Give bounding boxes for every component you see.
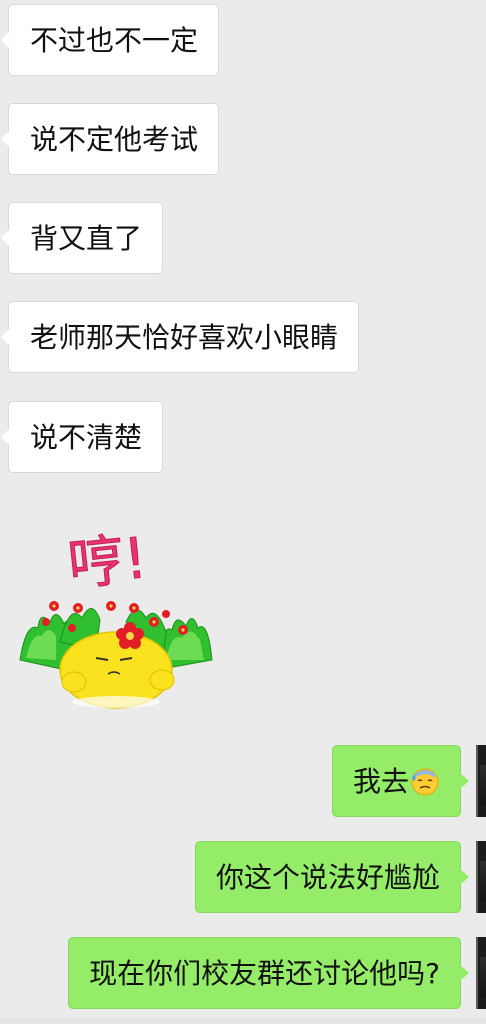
message-text: 不过也不一定 — [30, 24, 199, 57]
message-text: 背又直了 — [30, 222, 143, 255]
sticker-message[interactable]: 哼! — [16, 510, 216, 710]
user-avatar[interactable] — [476, 745, 486, 817]
message-text: 我去 — [352, 765, 409, 798]
message-text: 你这个说法好尴尬 — [215, 861, 440, 894]
message-text: 老师那天恰好喜欢小眼睛 — [30, 321, 339, 354]
message-text: 说不清楚 — [30, 421, 143, 454]
incoming-message-bubble[interactable]: 背又直了 — [0, 202, 164, 274]
incoming-message-bubble[interactable]: 说不定他考试 — [0, 103, 220, 175]
divider — [0, 1018, 486, 1024]
angry-chick-sticker-icon: 哼! — [19, 525, 213, 709]
incoming-message-bubble[interactable]: 说不清楚 — [0, 401, 164, 473]
user-avatar[interactable] — [476, 937, 486, 1009]
incoming-message-bubble[interactable]: 老师那天恰好喜欢小眼睛 — [0, 301, 360, 373]
outgoing-message-bubble[interactable]: 你这个说法好尴尬 — [194, 841, 470, 913]
chat-message-list[interactable]: 不过也不一定 说不定他考试 背又直了 老师那天恰好喜欢小眼睛 说不清楚 哼! 我… — [0, 0, 486, 1024]
sticker-text: 哼! — [65, 526, 150, 599]
outgoing-message-bubble[interactable]: 我去 — [331, 745, 470, 817]
message-text: 说不定他考试 — [30, 123, 199, 156]
sweat-smile-emoji-icon — [411, 768, 439, 796]
message-text: 现在你们校友群还讨论他吗? — [89, 957, 440, 990]
outgoing-message-bubble[interactable]: 现在你们校友群还讨论他吗? — [68, 937, 469, 1009]
user-avatar[interactable] — [476, 841, 486, 913]
incoming-message-bubble[interactable]: 不过也不一定 — [0, 4, 220, 76]
